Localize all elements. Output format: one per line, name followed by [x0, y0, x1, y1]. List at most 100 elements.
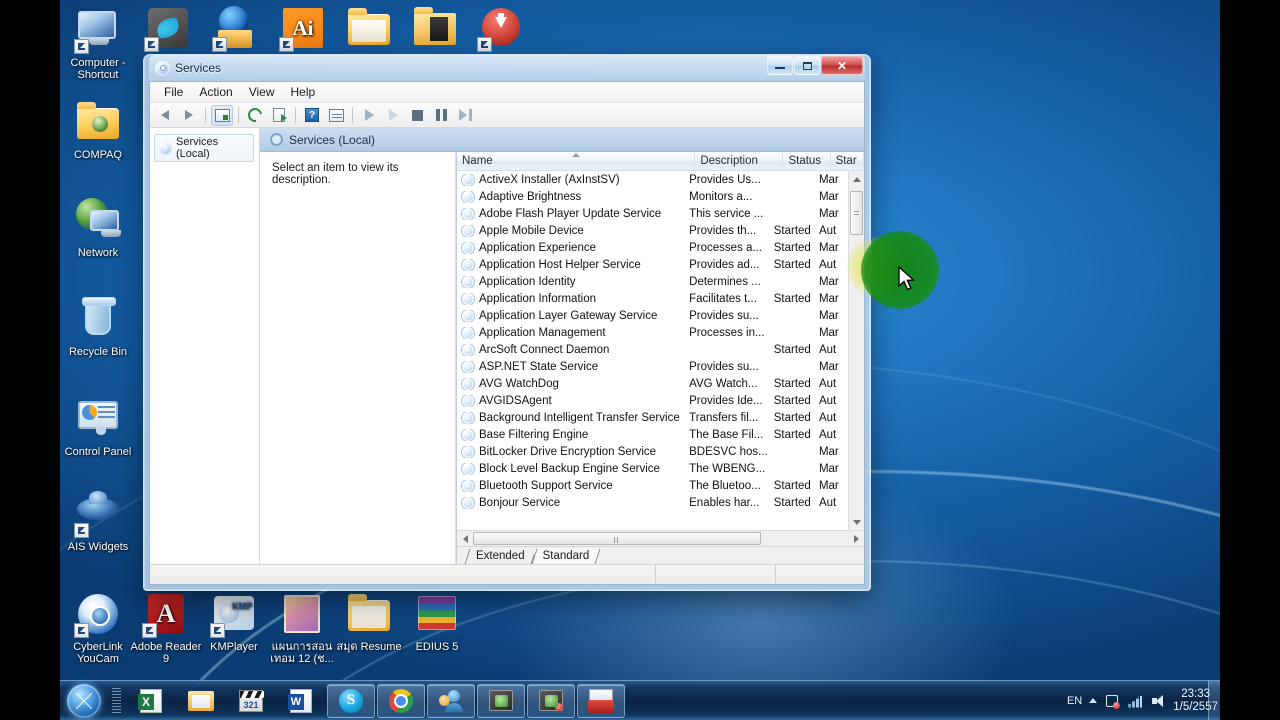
column-header-name[interactable]: Name: [457, 152, 696, 170]
table-row[interactable]: Bluetooth Support Service The Bluetoo... S…: [457, 477, 848, 494]
network-icon[interactable]: [1127, 693, 1143, 709]
taskbar-media-player[interactable]: [227, 684, 275, 718]
console-tree-pane[interactable]: Services (Local): [150, 128, 260, 564]
tray-language-indicator[interactable]: EN: [1067, 695, 1082, 707]
desktop-icon-recycle-bin[interactable]: Recycle Bin: [60, 295, 136, 358]
table-row[interactable]: Adobe Flash Player Update Service This se…: [457, 205, 848, 222]
table-row[interactable]: ArcSoft Connect Daemon Started Aut: [457, 341, 848, 358]
help-button[interactable]: ?: [301, 105, 323, 126]
window-titlebar[interactable]: Services ✕: [149, 55, 865, 81]
table-row[interactable]: Application Experience Processes a... Star…: [457, 239, 848, 256]
desktop-icon-illustrator[interactable]: [265, 4, 341, 55]
close-button[interactable]: ✕: [821, 56, 863, 75]
resume-service-button[interactable]: [382, 105, 404, 126]
services-rows[interactable]: ActiveX Installer (AxInstSV) Provides Us.…: [457, 171, 848, 530]
desktop-icon-folder-documents[interactable]: [397, 4, 473, 55]
chevron-up-icon[interactable]: [1089, 698, 1098, 703]
table-row[interactable]: AVG WatchDog AVG Watch... Started Aut: [457, 375, 848, 392]
desktop-icon-adobe-reader[interactable]: Adobe Reader 9: [128, 590, 204, 665]
table-row[interactable]: Apple Mobile Device Provides th... Started…: [457, 222, 848, 239]
taskbar-photo-viewer[interactable]: [477, 683, 525, 718]
table-row[interactable]: Application Information Facilitates t... S…: [457, 290, 848, 307]
table-row[interactable]: Base Filtering Engine The Base Fil... Star…: [457, 426, 848, 443]
pause-service-button[interactable]: [430, 105, 452, 126]
show-desktop-button[interactable]: [1208, 681, 1220, 720]
taskbar-screen-recorder[interactable]: [527, 683, 575, 718]
refresh-button[interactable]: [244, 105, 266, 126]
taskbar-chrome[interactable]: [377, 683, 425, 718]
minimize-button[interactable]: [767, 56, 793, 75]
table-row[interactable]: Application Management Processes in... Mar: [457, 324, 848, 341]
column-header-startup-type[interactable]: Star: [831, 152, 864, 170]
column-header-description[interactable]: Description: [695, 152, 784, 170]
table-row[interactable]: Application Layer Gateway Service Provide…: [457, 307, 848, 324]
stop-service-button[interactable]: [406, 105, 428, 126]
table-row[interactable]: Application Host Helper Service Provides …: [457, 256, 848, 273]
menu-help[interactable]: Help: [283, 83, 324, 101]
taskbar[interactable]: EN 23:33 1/5/2557: [0, 680, 1280, 720]
desktop-icon-folder[interactable]: [331, 4, 407, 55]
vertical-scrollbar[interactable]: [848, 171, 864, 530]
taskbar-grip[interactable]: [112, 687, 121, 714]
show-hide-tree-button[interactable]: [211, 104, 233, 126]
horizontal-scrollbar[interactable]: [457, 530, 864, 546]
back-button[interactable]: [154, 105, 176, 126]
taskbar-toolbox[interactable]: [577, 683, 625, 718]
desktop-icon-resume-folder[interactable]: สมุด Resume: [331, 590, 407, 653]
scroll-right-button[interactable]: [848, 531, 864, 546]
table-row[interactable]: ASP.NET State Service Provides su... Mar: [457, 358, 848, 375]
taskbar-skype[interactable]: [327, 683, 375, 718]
services-window[interactable]: Services ✕ File Action View Help ? Servi…: [143, 54, 871, 591]
table-row[interactable]: BitLocker Drive Encryption Service BDESVC…: [457, 443, 848, 460]
volume-icon[interactable]: [1150, 693, 1166, 709]
start-button[interactable]: [62, 682, 106, 720]
desktop-icon-network[interactable]: Network: [60, 196, 136, 259]
export-list-button[interactable]: [268, 105, 290, 126]
vertical-scroll-thumb[interactable]: [850, 191, 863, 235]
forward-button[interactable]: [178, 105, 200, 126]
vertical-scroll-track[interactable]: [849, 187, 864, 514]
properties-button[interactable]: [325, 105, 347, 126]
scroll-left-button[interactable]: [457, 531, 473, 546]
scroll-down-button[interactable]: [849, 514, 864, 530]
menu-view[interactable]: View: [241, 83, 283, 101]
tab-standard[interactable]: Standard: [533, 549, 599, 564]
menu-action[interactable]: Action: [191, 83, 240, 101]
table-row[interactable]: Adaptive Brightness Monitors a... Mar: [457, 188, 848, 205]
desktop-icon-control-panel[interactable]: Control Panel: [60, 395, 136, 458]
taskbar-messenger[interactable]: [427, 683, 475, 718]
table-row[interactable]: Block Level Backup Engine Service The WBE…: [457, 460, 848, 477]
desktop-icon-label: Computer - Shortcut: [70, 57, 126, 81]
taskbar-excel[interactable]: [127, 684, 175, 718]
start-service-button[interactable]: [358, 105, 380, 126]
maximize-button[interactable]: [794, 56, 820, 75]
desktop-icon-cyberlink-youcam[interactable]: CyberLink YouCam: [60, 590, 136, 665]
taskbar-explorer[interactable]: [177, 684, 225, 718]
menu-file[interactable]: File: [156, 83, 191, 101]
desktop-icon-compaq[interactable]: COMPAQ: [60, 98, 136, 161]
tab-extended[interactable]: Extended: [467, 549, 534, 564]
taskbar-word[interactable]: [277, 684, 325, 718]
desktop-icon-globe-folder[interactable]: [198, 4, 274, 55]
desktop-icon-kmplayer[interactable]: KMPlayer: [196, 590, 272, 653]
scroll-up-button[interactable]: [849, 171, 864, 187]
desktop-icon-downloader[interactable]: [463, 4, 539, 55]
desktop-icon-telenor[interactable]: [130, 4, 206, 55]
horizontal-scroll-track[interactable]: [473, 531, 848, 546]
action-center-flag-icon[interactable]: [1104, 693, 1121, 709]
restart-service-button[interactable]: [454, 105, 476, 126]
desktop-icon-edius-5[interactable]: EDIUS 5: [399, 590, 475, 653]
desktop[interactable]: Computer - Shortcut COMPAQ Network Recyc…: [0, 0, 1280, 720]
horizontal-scroll-thumb[interactable]: [473, 532, 761, 545]
table-row[interactable]: AVGIDSAgent Provides Ide... Started Aut: [457, 392, 848, 409]
tree-node-services-local[interactable]: Services (Local): [154, 134, 254, 162]
table-row[interactable]: Application Identity Determines ... Mar: [457, 273, 848, 290]
table-row[interactable]: ActiveX Installer (AxInstSV) Provides Us.…: [457, 171, 848, 188]
desktop-icon-computer-shortcut[interactable]: Computer - Shortcut: [60, 6, 136, 81]
table-row[interactable]: Bonjour Service Enables har... Started Aut: [457, 494, 848, 511]
services-list-pane[interactable]: Name Description Status Star ActiveX Ins…: [456, 152, 864, 564]
desktop-icon-ais-widgets[interactable]: AIS Widgets: [60, 490, 136, 553]
desktop-icon-lesson-plan-folder[interactable]: แผนการสอน เทอม 12 (ช...: [264, 590, 340, 665]
table-row[interactable]: Background Intelligent Transfer Service T…: [457, 409, 848, 426]
column-header-status[interactable]: Status: [783, 152, 831, 170]
